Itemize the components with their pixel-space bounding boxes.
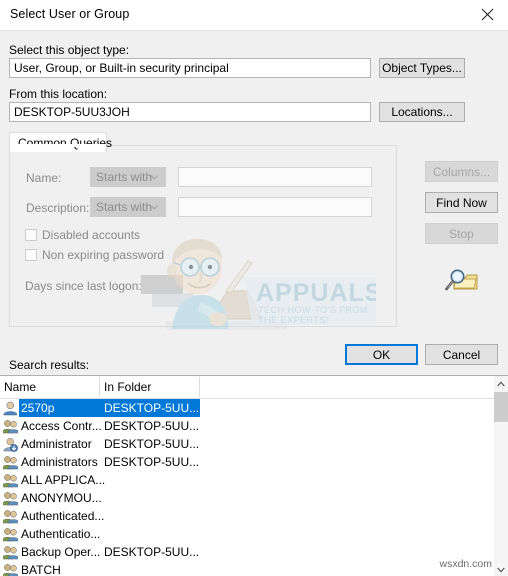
description-input[interactable] (178, 197, 372, 217)
search-results-list[interactable]: Name In Folder 2570p DESKTOP-5UU... Access… (0, 375, 508, 576)
description-operator-value: Starts with (96, 200, 153, 214)
tab-common-queries-label: Common Queries (18, 136, 113, 150)
magnifier-folder-icon (445, 269, 478, 291)
search-results-label: Search results: (9, 358, 90, 372)
chevron-down-icon (497, 567, 505, 573)
user-download-icon (3, 437, 18, 452)
group-icon (3, 420, 18, 434)
days-since-logon-input[interactable] (141, 275, 183, 294)
table-row[interactable]: ALL APPLICA... (0, 471, 494, 489)
object-type-field[interactable]: User, Group, or Built-in security princi… (9, 58, 371, 78)
locations-button[interactable]: Locations... (379, 102, 465, 122)
non-expiring-password-checkbox[interactable] (25, 249, 37, 261)
disabled-accounts-label: Disabled accounts (42, 228, 141, 242)
row-folder: DESKTOP-5UU... (104, 545, 200, 559)
name-operator-select[interactable]: Starts with (90, 167, 166, 187)
table-row[interactable]: Administrators DESKTOP-5UU... (0, 453, 494, 471)
title-bar: Select User or Group (0, 0, 508, 31)
table-row[interactable]: Authenticatio... (0, 525, 494, 543)
row-name: 2570p (21, 401, 55, 415)
table-row[interactable]: Access Contr... DESKTOP-5UU... (0, 417, 494, 435)
user-icon (3, 401, 18, 416)
location-field[interactable]: DESKTOP-5UU3JOH (9, 102, 371, 122)
row-name: Administrator (21, 437, 92, 451)
close-icon (481, 8, 493, 21)
table-row[interactable]: Administrator DESKTOP-5UU... (0, 435, 494, 453)
group-icon (3, 492, 18, 506)
row-name: ANONYMOU... (21, 491, 102, 505)
days-since-logon-label: Days since last logon: (25, 279, 142, 293)
column-divider[interactable] (199, 377, 200, 397)
name-input[interactable] (178, 167, 372, 187)
column-divider[interactable] (99, 377, 100, 397)
row-name: Authenticated... (21, 509, 105, 523)
group-icon (3, 564, 18, 576)
row-folder: DESKTOP-5UU... (104, 401, 200, 415)
row-folder: DESKTOP-5UU... (104, 419, 200, 433)
row-name: Backup Oper... (21, 545, 101, 559)
row-name: Access Contr... (21, 419, 102, 433)
find-now-button[interactable]: Find Now (425, 192, 498, 213)
name-label: Name: (26, 171, 62, 185)
name-operator-value: Starts with (96, 170, 153, 184)
group-icon (3, 474, 18, 488)
row-name: BATCH (21, 563, 61, 576)
list-header: Name In Folder (0, 376, 494, 399)
select-user-or-group-dialog: Select User or Group Select this object … (0, 0, 508, 576)
row-name: Authenticatio... (21, 527, 101, 541)
non-expiring-password-label: Non expiring password (42, 248, 165, 262)
tab-active-underlay (10, 144, 106, 147)
row-name: ALL APPLICA... (21, 473, 106, 487)
scroll-down-button[interactable] (494, 562, 508, 576)
description-label: Description: (26, 201, 90, 215)
table-row[interactable]: ANONYMOU... (0, 489, 494, 507)
table-row[interactable]: Authenticated... (0, 507, 494, 525)
chevron-down-icon (151, 175, 158, 180)
chevron-up-icon (497, 380, 505, 386)
row-name: Administrators (21, 455, 98, 469)
description-operator-select[interactable]: Starts with (90, 197, 166, 217)
window-title: Select User or Group (10, 7, 130, 21)
column-header-name[interactable]: Name (4, 380, 36, 394)
tab-common-queries[interactable]: Common Queries (9, 132, 112, 152)
chevron-down-icon (151, 205, 158, 210)
table-row[interactable]: 2570p DESKTOP-5UU... (0, 399, 494, 417)
group-icon (3, 510, 18, 524)
vertical-scrollbar[interactable] (494, 376, 508, 576)
scrollbar-thumb[interactable] (494, 392, 508, 422)
group-icon (3, 528, 18, 542)
table-row[interactable]: Backup Oper... DESKTOP-5UU... (0, 543, 494, 561)
row-folder: DESKTOP-5UU... (104, 437, 200, 451)
object-type-label: Select this object type: (9, 43, 130, 57)
object-types-button[interactable]: Object Types... (379, 58, 465, 78)
disabled-accounts-checkbox[interactable] (25, 229, 37, 241)
close-button[interactable] (466, 0, 508, 29)
columns-button[interactable]: Columns... (425, 161, 498, 182)
group-icon (3, 546, 18, 560)
table-row[interactable]: BATCH (0, 561, 494, 576)
location-label: From this location: (9, 87, 108, 101)
column-header-in-folder[interactable]: In Folder (104, 380, 151, 394)
cancel-button[interactable]: Cancel (425, 344, 498, 365)
group-icon (3, 456, 18, 470)
stop-button[interactable]: Stop (425, 223, 498, 244)
row-folder: DESKTOP-5UU... (104, 455, 200, 469)
ok-button[interactable]: OK (345, 344, 418, 365)
scroll-up-button[interactable] (494, 376, 508, 391)
